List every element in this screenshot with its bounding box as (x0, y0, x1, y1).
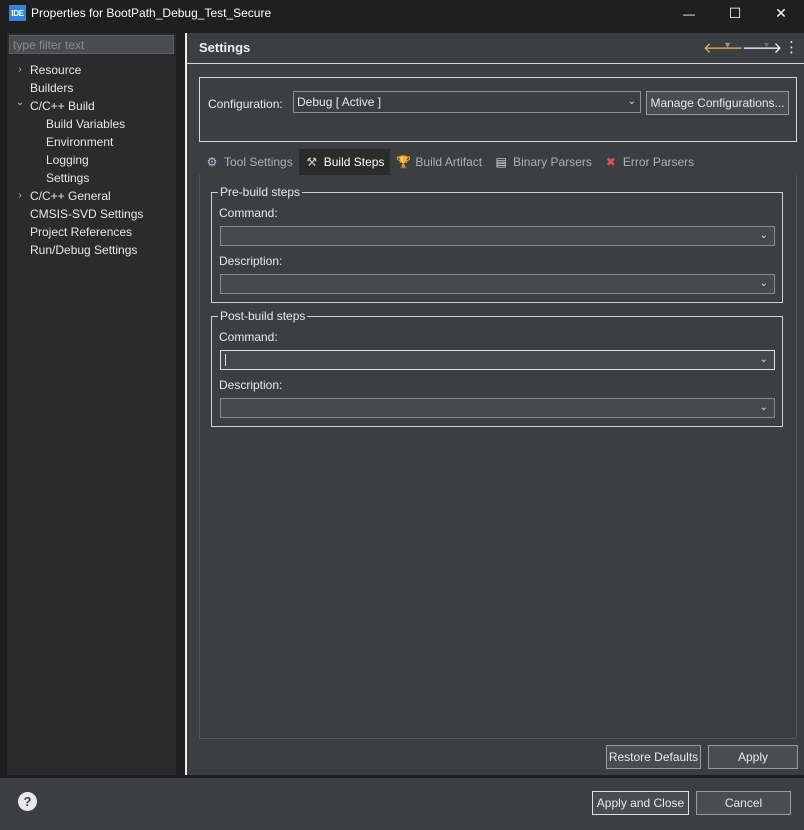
tab-label: Build Steps (323, 155, 385, 169)
trophy-icon: 🏆 (396, 155, 412, 169)
group-title: Pre-build steps (218, 185, 303, 199)
pre-build-description-field[interactable]: ⌄ (220, 274, 775, 294)
sidebar: › Resource Builders ⌄ C/C++ Build Build … (7, 33, 176, 775)
tree-item-environment[interactable]: Environment (7, 133, 176, 151)
chevron-down-icon: ⌄ (627, 96, 636, 107)
tree-item-label: Run/Debug Settings (30, 243, 138, 257)
close-icon: ✕ (775, 5, 787, 21)
tree-item-label: Builders (30, 81, 74, 95)
tree-item-label: Environment (46, 135, 114, 149)
tree-item-label: Settings (46, 171, 90, 185)
tab-build-steps[interactable]: ⚒ Build Steps (298, 149, 391, 175)
restore-defaults-button[interactable]: Restore Defaults (606, 745, 701, 769)
build-steps-panel: Pre-build steps Command: ⌄ Description: … (199, 175, 797, 739)
tree-item-builders[interactable]: Builders (7, 79, 176, 97)
forward-arrow-icon[interactable]: 🡒 (742, 38, 782, 57)
tab-build-artifact[interactable]: 🏆 Build Artifact (390, 149, 488, 175)
help-icon[interactable]: ? (18, 792, 37, 811)
filter-input[interactable] (9, 35, 174, 54)
apply-button[interactable]: Apply (708, 745, 798, 769)
tree-item-cpp-build[interactable]: ⌄ C/C++ Build (7, 97, 176, 115)
cancel-button[interactable]: Cancel (696, 791, 791, 815)
tab-error-parsers[interactable]: ✖ Error Parsers (598, 149, 700, 175)
minimize-button[interactable]: — (666, 0, 712, 27)
apply-and-close-button[interactable]: Apply and Close (592, 791, 689, 815)
gear-icon: ⚙ (206, 155, 218, 169)
manage-configurations-button[interactable]: Manage Configurations... (646, 91, 789, 115)
configuration-value: Debug [ Active ] (297, 95, 382, 109)
pre-build-group: Pre-build steps Command: ⌄ Description: … (211, 185, 783, 303)
description-label: Description: (219, 254, 283, 268)
tab-label: Tool Settings (224, 155, 293, 169)
command-label: Command: (219, 330, 278, 344)
text-caret (225, 354, 226, 366)
ide-app-icon: IDE (9, 5, 26, 21)
command-label: Command: (219, 206, 278, 220)
chevron-down-icon[interactable]: ⌄ (760, 230, 768, 241)
tree-item-logging[interactable]: Logging (7, 151, 176, 169)
tree-item-project-references[interactable]: Project References (7, 223, 176, 241)
tree-item-label: C/C++ Build (30, 99, 95, 113)
tree-item-settings[interactable]: Settings (7, 169, 176, 187)
tree-item-label: Resource (30, 63, 82, 77)
title-bar: IDE Properties for BootPath_Debug_Test_S… (0, 0, 804, 27)
back-dropdown-icon[interactable]: ▾ (725, 40, 730, 51)
tree-item-label: Project References (30, 225, 133, 239)
wand-icon: ⚒ (306, 155, 318, 169)
tree-item-build-variables[interactable]: Build Variables (7, 115, 176, 133)
binary-file-icon: ▤ (495, 155, 507, 169)
back-arrow-icon[interactable]: 🡐 (703, 38, 743, 57)
settings-page: Settings 🡐 ▾ 🡒 ▾ ⋮ Configuration: Debug … (187, 33, 804, 775)
chevron-down-icon[interactable]: ⌄ (15, 94, 25, 112)
tab-bar: ⚙ Tool Settings ⚒ Build Steps 🏆 Build Ar… (199, 149, 797, 175)
tree-item-run-debug-settings[interactable]: Run/Debug Settings (7, 241, 176, 259)
tab-label: Binary Parsers (513, 155, 592, 169)
configuration-label: Configuration: (208, 97, 283, 111)
tab-label: Error Parsers (622, 155, 695, 169)
chevron-down-icon[interactable]: ⌄ (760, 402, 768, 413)
window-title: Properties for BootPath_Debug_Test_Secur… (31, 6, 272, 20)
description-label: Description: (219, 378, 283, 392)
maximize-icon: ☐ (728, 5, 742, 21)
pre-build-command-field[interactable]: ⌄ (220, 226, 775, 246)
tree-item-label: Logging (46, 153, 89, 167)
page-title: Settings (199, 40, 251, 55)
tree-item-cmsis-svd-settings[interactable]: CMSIS-SVD Settings (7, 205, 176, 223)
property-tree: › Resource Builders ⌄ C/C++ Build Build … (7, 61, 176, 259)
error-icon: ✖ (605, 155, 616, 169)
chevron-right-icon[interactable]: › (15, 61, 25, 79)
chevron-down-icon[interactable]: ⌄ (760, 278, 768, 289)
chevron-down-icon[interactable]: ⌄ (760, 354, 768, 365)
tree-item-label: Build Variables (46, 117, 126, 131)
post-build-command-field[interactable]: ⌄ (220, 350, 775, 370)
tree-item-resource[interactable]: › Resource (7, 61, 176, 79)
post-build-group: Post-build steps Command: ⌄ Description:… (211, 309, 783, 427)
tab-binary-parsers[interactable]: ▤ Binary Parsers (488, 149, 598, 175)
minimize-icon: — (683, 6, 695, 21)
forward-dropdown-icon[interactable]: ▾ (764, 40, 769, 51)
tree-item-label: C/C++ General (30, 189, 111, 203)
maximize-button[interactable]: ☐ (712, 0, 758, 27)
group-title: Post-build steps (218, 309, 308, 323)
dialog-footer: ? Apply and Close Cancel (0, 778, 804, 830)
page-header: Settings 🡐 ▾ 🡒 ▾ ⋮ (187, 33, 804, 64)
post-build-description-field[interactable]: ⌄ (220, 398, 775, 418)
view-menu-icon[interactable]: ⋮ (784, 38, 799, 56)
tab-tool-settings[interactable]: ⚙ Tool Settings (199, 149, 299, 175)
tree-item-label: CMSIS-SVD Settings (30, 207, 144, 221)
tab-label: Build Artifact (415, 155, 483, 169)
close-button[interactable]: ✕ (758, 0, 804, 27)
configuration-select[interactable]: Debug [ Active ] ⌄ (293, 91, 641, 113)
chevron-right-icon[interactable]: › (15, 187, 25, 205)
tree-item-cpp-general[interactable]: › C/C++ General (7, 187, 176, 205)
